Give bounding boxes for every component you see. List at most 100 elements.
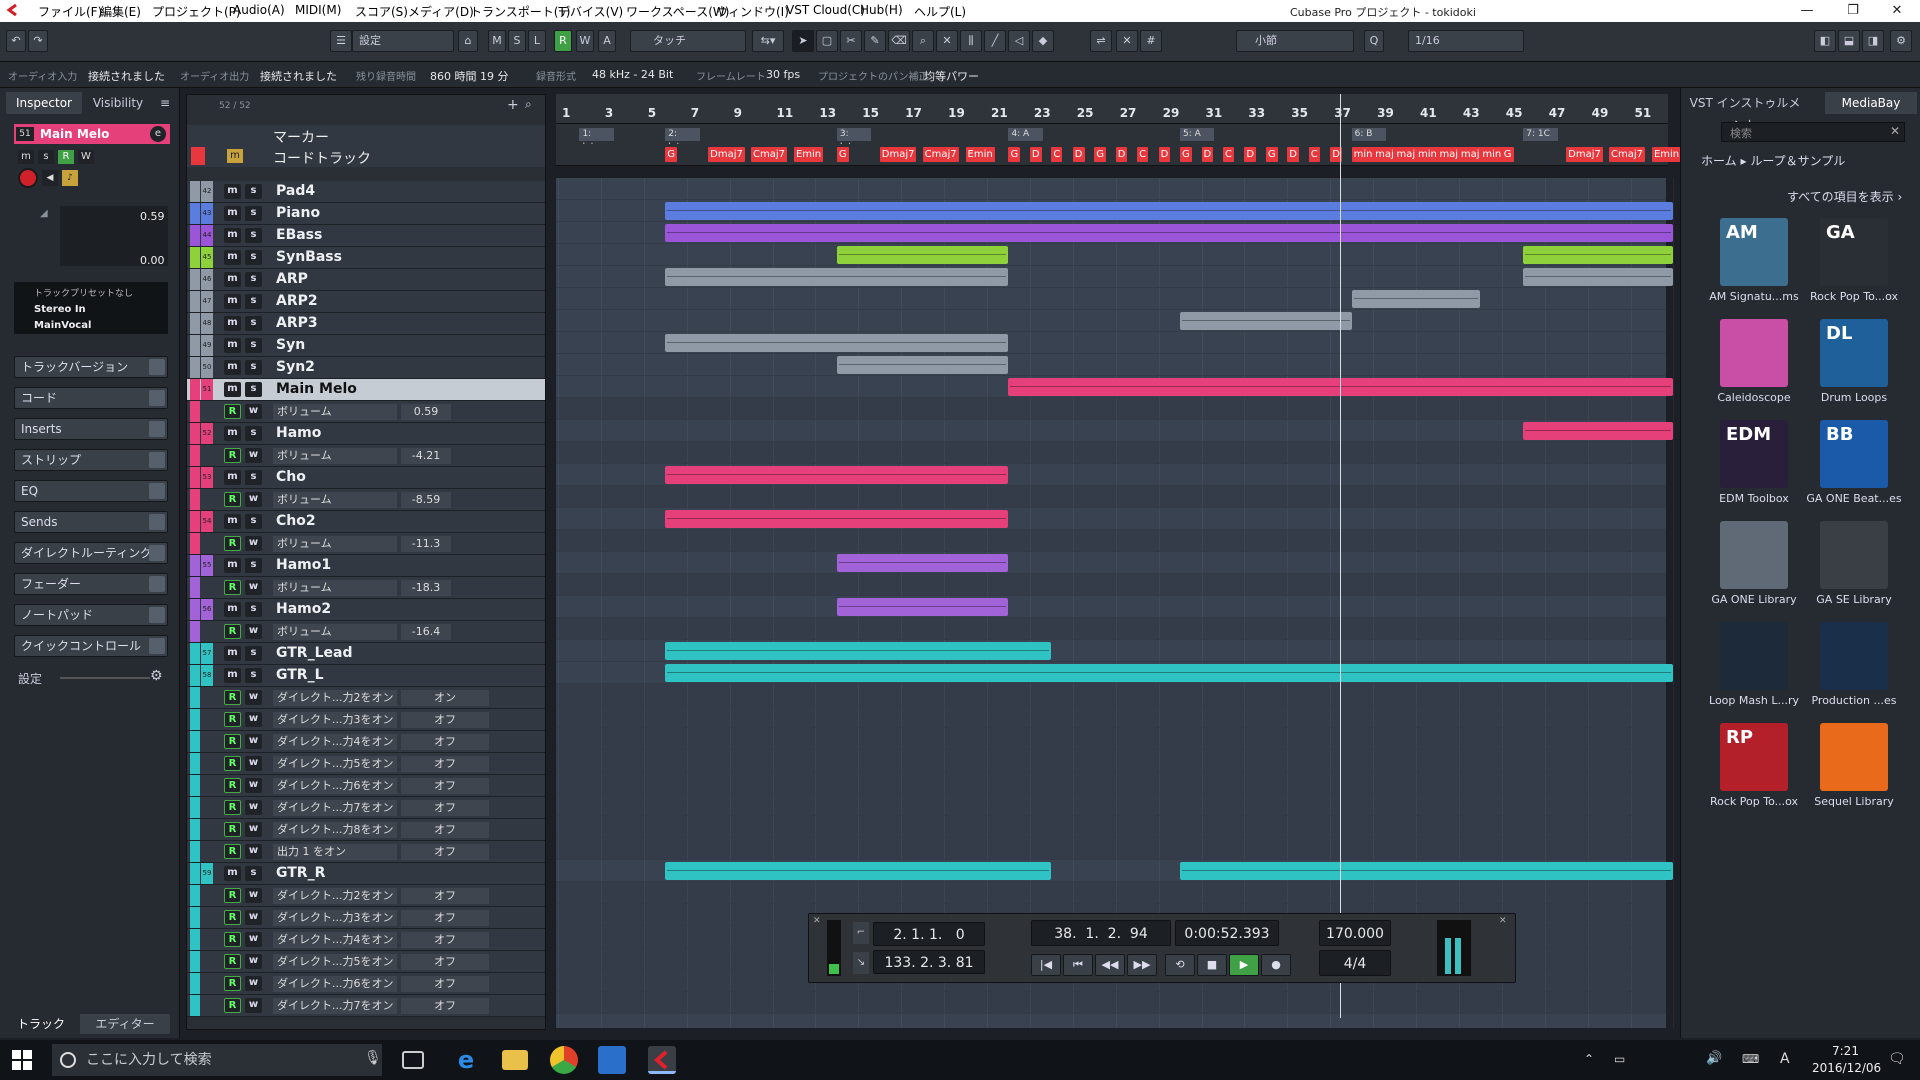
track-mute-button[interactable]: m [224, 294, 241, 309]
automation-lane-row[interactable]: Rw 出力 1 をオン オフ [187, 841, 545, 863]
track-solo-button[interactable]: s [245, 646, 262, 661]
automation-value[interactable]: -11.3 [401, 536, 451, 552]
menu-item-3[interactable]: Audio(A) [233, 3, 285, 17]
layout-bottom-icon[interactable]: ⬓ [1838, 30, 1860, 52]
marker-event[interactable]: 4: A [1008, 128, 1043, 141]
marker-event[interactable]: 6: B [1351, 128, 1386, 141]
chord-event[interactable]: G [1008, 147, 1021, 162]
automation-value[interactable]: オン [401, 690, 489, 706]
lane-write-button[interactable]: w [245, 690, 262, 705]
windows-start-icon[interactable] [12, 1050, 32, 1070]
split-tool-icon[interactable]: ✂ [840, 30, 862, 52]
lane-read-button[interactable]: R [224, 580, 241, 595]
automation-parameter-name[interactable]: ダイレクト...力4をオン [273, 932, 397, 948]
automation-lane-row[interactable]: Rw ボリューム -11.3 [187, 533, 545, 555]
chord-event[interactable]: maj [1373, 147, 1396, 162]
section-toggle-icon[interactable] [149, 390, 165, 406]
library-tile[interactable]: Caleidoscope [1699, 319, 1799, 419]
track-mute-button[interactable]: m [224, 360, 241, 375]
section-toggle-icon[interactable] [149, 421, 165, 437]
automation-lane-row[interactable]: Rw ダイレクト...力2をオン オフ [187, 885, 545, 907]
chord-event[interactable]: maj [1437, 147, 1461, 162]
event-part[interactable] [1523, 268, 1674, 286]
menu-item-4[interactable]: MIDI(M) [295, 3, 341, 17]
inspector-section-fader[interactable]: フェーダー [14, 573, 168, 595]
event-part[interactable] [1180, 312, 1352, 330]
lane-write-button[interactable]: w [245, 932, 262, 947]
cycle-button[interactable]: ⟲ [1165, 954, 1195, 976]
automation-parameter-name[interactable]: ダイレクト...力8をオン [273, 822, 397, 838]
snap-icon[interactable]: ✕ [1116, 30, 1138, 52]
automation-value[interactable]: 0.59 [401, 404, 451, 420]
microphone-icon[interactable]: 🎙 [364, 1050, 382, 1066]
event-part[interactable] [1523, 246, 1674, 264]
track-row[interactable]: 43 m s Piano [187, 203, 545, 225]
chord-event[interactable]: Dmaj7 [879, 147, 917, 162]
lane-read-button[interactable]: R [224, 536, 241, 551]
lane-read-button[interactable]: R [224, 998, 241, 1013]
inspector-mute-button[interactable]: m [18, 150, 34, 164]
chord-event[interactable]: Dmaj7 [1566, 147, 1603, 162]
marker-event[interactable]: 1: Intro [579, 128, 614, 152]
lane-write-button[interactable]: w [245, 492, 262, 507]
automation-lane-row[interactable]: Rw ダイレクト...力6をオン オフ [187, 973, 545, 995]
menu-item-10[interactable]: ウィンドウ(I) [716, 3, 789, 20]
track-mute-button[interactable]: m [224, 228, 241, 243]
file-explorer-icon[interactable] [502, 1050, 528, 1070]
automation-lane-row[interactable]: Rw ダイレクト...力4をオン オフ [187, 929, 545, 951]
signature-display[interactable]: 4/4 [1319, 950, 1391, 976]
draw-tool-icon[interactable]: ✎ [864, 30, 886, 52]
preset-select[interactable]: 設定 [352, 30, 454, 52]
inspector-section-sends[interactable]: Sends [14, 511, 168, 533]
track-mute-button[interactable]: m [224, 866, 241, 881]
automation-parameter-name[interactable]: ダイレクト...力7をオン [273, 800, 397, 816]
lane-read-button[interactable]: R [224, 910, 241, 925]
lane-write-button[interactable]: w [245, 536, 262, 551]
close-button[interactable]: ✕ [1874, 0, 1920, 22]
automation-value[interactable]: オフ [401, 822, 489, 838]
right-locator[interactable]: 133. 2. 3. 81 [873, 950, 985, 974]
track-mute-button[interactable]: m [224, 338, 241, 353]
transport-close-icon[interactable]: ✕ [813, 916, 821, 926]
track-solo-button[interactable]: s [245, 294, 262, 309]
automation-value[interactable]: オフ [401, 998, 489, 1014]
arrange-lane[interactable] [556, 838, 1666, 860]
library-tile[interactable]: DL Drum Loops [1799, 319, 1899, 419]
home-icon[interactable]: ⌂ [458, 30, 478, 52]
automation-value[interactable]: オフ [401, 888, 489, 904]
lane-write-button[interactable]: w [245, 888, 262, 903]
tab-inspector[interactable]: Inspector [6, 92, 82, 114]
chord-mute-button[interactable]: m [227, 149, 243, 163]
menu-item-6[interactable]: メディア(D) [408, 3, 474, 20]
library-tile[interactable]: Loop Mash L...ry [1699, 622, 1799, 722]
chord-track-row[interactable]: m コードトラック [187, 145, 545, 167]
taskbar-search-box[interactable]: ここに入力して検索 [52, 1044, 382, 1076]
automation-parameter-name[interactable]: ダイレクト...力6をオン [273, 778, 397, 794]
track-solo-button[interactable]: s [245, 514, 262, 529]
arrange-lane[interactable] [556, 574, 1666, 596]
tab-mediabay[interactable]: MediaBay [1825, 92, 1917, 114]
mode-a-button[interactable]: A [598, 30, 616, 52]
stop-button[interactable]: ■ [1197, 954, 1227, 976]
color-tool-icon[interactable]: ◆ [1032, 30, 1054, 52]
inspector-section-quick-controls[interactable]: クイックコントロール [14, 635, 168, 657]
network-icon[interactable]: ▭ [1614, 1052, 1625, 1066]
fast-forward-button[interactable]: ▶▶ [1127, 954, 1157, 976]
lane-write-button[interactable]: w [245, 998, 262, 1013]
track-row[interactable]: 45 m s SynBass [187, 247, 545, 269]
arrange-lane[interactable] [556, 552, 1666, 574]
inspector-pan-value[interactable]: 0.00 [140, 254, 165, 267]
lane-read-button[interactable]: R [224, 844, 241, 859]
left-locator[interactable]: 2. 1. 1. 0 [873, 922, 985, 946]
automation-lane-row[interactable]: Rw ボリューム 0.59 [187, 401, 545, 423]
arrange-lane[interactable] [556, 882, 1666, 904]
play-tool-icon[interactable]: ◁ [1008, 30, 1030, 52]
menu-item-13[interactable]: ヘルプ(L) [914, 3, 966, 20]
lane-read-button[interactable]: R [224, 888, 241, 903]
chord-event[interactable]: maj [1458, 147, 1482, 162]
snap-mode-button[interactable]: ⇆▾ [752, 30, 784, 52]
automation-value[interactable]: オフ [401, 800, 489, 816]
clear-search-icon[interactable]: ✕ [1890, 124, 1900, 138]
rewind-button[interactable]: ◀◀ [1095, 954, 1125, 976]
track-solo-button[interactable]: s [245, 316, 262, 331]
